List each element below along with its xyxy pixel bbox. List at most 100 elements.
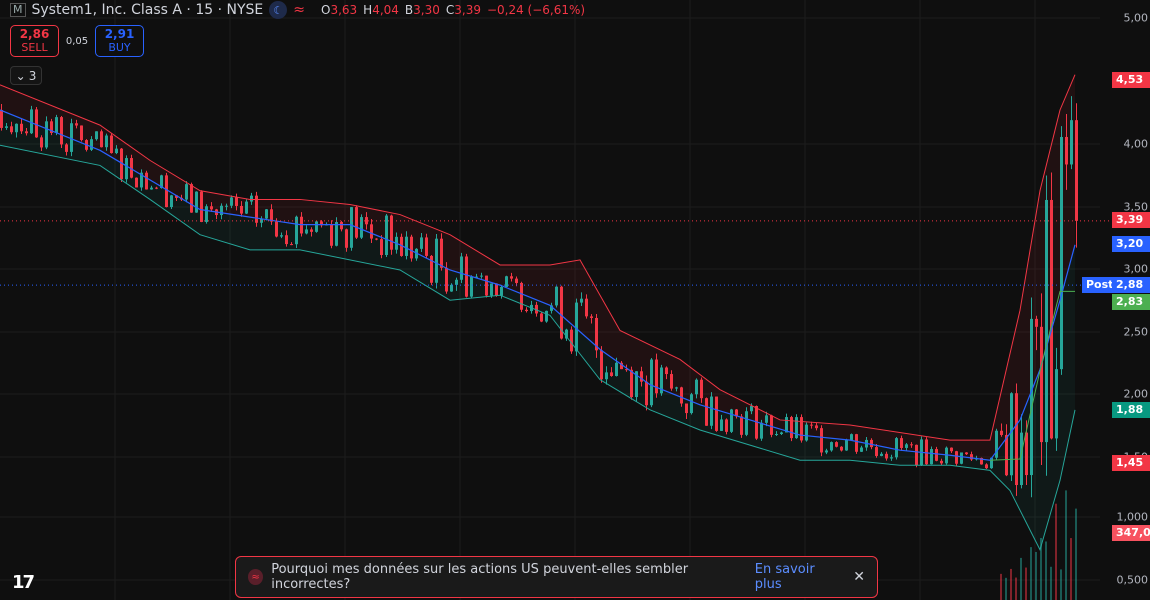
candle [665, 367, 668, 375]
candle [280, 235, 283, 237]
candle [870, 439, 873, 448]
candle [315, 221, 318, 232]
candle [115, 148, 118, 154]
axis-tick: 4,00 [1123, 137, 1149, 151]
candle [135, 177, 138, 188]
volume-bar [1025, 567, 1027, 600]
candle [605, 372, 608, 380]
learn-more-link[interactable]: En savoir plus [755, 562, 841, 592]
axis-tick: 2,00 [1123, 387, 1149, 401]
axis-tick: 2,50 [1123, 325, 1149, 339]
candle [860, 447, 863, 452]
candle [75, 123, 78, 126]
volume-bar [1005, 577, 1007, 600]
candle [800, 417, 803, 441]
candle [450, 284, 453, 292]
candle [485, 275, 488, 296]
candle [310, 229, 313, 232]
candle [360, 217, 363, 238]
candle [55, 117, 58, 133]
candle [1010, 393, 1013, 476]
candle [600, 350, 603, 380]
volume-bar [1070, 538, 1072, 600]
candle [20, 123, 23, 132]
price-chart[interactable] [0, 0, 1150, 600]
volume-bar [1065, 490, 1067, 600]
candle [905, 444, 908, 448]
candle [680, 387, 683, 404]
volume-bar [1055, 503, 1057, 600]
wave-icon[interactable]: ≈ [293, 2, 305, 18]
candle [385, 215, 388, 255]
volume-bar [1050, 566, 1052, 600]
candle [465, 256, 468, 297]
candle [875, 447, 878, 456]
candle [970, 454, 973, 460]
candle [685, 403, 688, 414]
candle [590, 316, 593, 318]
sell-button[interactable]: 2,86 SELL [10, 25, 59, 57]
candle [895, 438, 898, 458]
candle [845, 439, 848, 451]
indicators-toggle[interactable]: ⌄ 3 [10, 66, 42, 85]
symbol-title[interactable]: System1, Inc. Class A · 15 · NYSE [32, 2, 264, 18]
close-icon[interactable]: ✕ [853, 569, 865, 585]
candle [435, 238, 438, 283]
candle [750, 406, 753, 412]
upper-band-line [0, 74, 1076, 441]
candle [650, 359, 653, 406]
data-notice-banner: ≈ Pourquoi mes données sur les actions U… [235, 556, 878, 598]
candle [1070, 120, 1073, 165]
candle [470, 276, 473, 297]
candle [645, 381, 648, 406]
candle [165, 175, 168, 208]
volume-tag: 347,0 [1112, 525, 1150, 541]
candle [480, 275, 483, 277]
candle [440, 238, 443, 268]
candle [330, 224, 333, 246]
symbol-header: M System1, Inc. Class A · 15 · NYSE ☾ ≈ … [10, 0, 585, 20]
candle [695, 379, 698, 395]
candle [720, 419, 723, 431]
candle [25, 131, 28, 134]
candle [170, 195, 173, 208]
candle [630, 369, 633, 398]
volume-bar [1000, 573, 1002, 600]
candle [1015, 393, 1018, 486]
candle [725, 419, 728, 432]
candle [820, 428, 823, 453]
candle [775, 433, 778, 435]
candle [765, 415, 768, 423]
candle [915, 444, 918, 466]
axis-tick: 0,500 [1116, 573, 1149, 587]
candle [1025, 432, 1028, 476]
trade-panel: 2,86 SELL 0,05 2,91 BUY [10, 25, 144, 57]
volume-bar [1075, 508, 1077, 600]
candle [900, 438, 903, 448]
candle [60, 117, 63, 145]
candle [190, 184, 193, 213]
candle [370, 224, 373, 239]
candle [220, 205, 223, 216]
candle [745, 411, 748, 435]
candle [275, 221, 278, 237]
candle [35, 109, 38, 138]
candle [1005, 434, 1008, 476]
candle [940, 460, 943, 464]
candle [585, 298, 588, 317]
stair-tag: 2,83 [1112, 294, 1150, 310]
candle [145, 172, 148, 190]
candle [730, 409, 733, 432]
buy-button[interactable]: 2,91 BUY [95, 25, 144, 57]
candle [520, 282, 523, 310]
candle [65, 144, 68, 152]
candle [305, 229, 308, 234]
candle [410, 236, 413, 259]
candle [1040, 326, 1043, 443]
moon-icon[interactable]: ☾ [269, 1, 288, 19]
tradingview-logo[interactable]: 17 [12, 572, 35, 593]
candle [245, 201, 248, 214]
chevron-down-icon: ⌄ [15, 68, 26, 83]
candle [205, 206, 208, 222]
candle [545, 310, 548, 322]
